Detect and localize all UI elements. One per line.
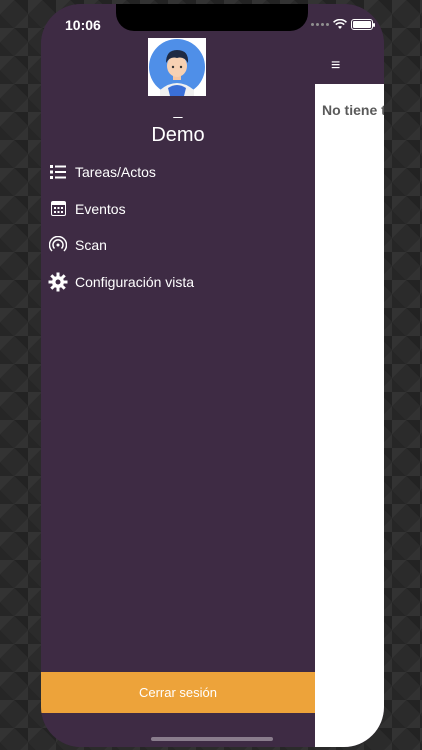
username: Demo — [151, 124, 205, 146]
menu-item-label: Configuración vista — [75, 273, 195, 290]
menu-item-tareas[interactable]: Tareas/Actos — [41, 154, 315, 191]
gear-icon — [48, 272, 68, 292]
menu-item-label: Tareas/Actos — [75, 164, 156, 181]
wifi-icon — [333, 18, 347, 29]
empty-message: No tiene t — [322, 102, 384, 118]
logout-button[interactable]: Cerrar sesión — [41, 672, 315, 713]
menu-item-scan[interactable]: Scan — [41, 227, 315, 264]
menu-item-eventos[interactable]: Eventos — [41, 191, 315, 228]
nfc-scan-icon — [48, 235, 68, 255]
battery-icon — [351, 18, 375, 30]
status-time: 10:06 — [65, 17, 101, 33]
notch — [116, 4, 308, 31]
menu-item-label: Eventos — [75, 200, 126, 217]
home-indicator — [151, 737, 273, 741]
side-drawer: _ Demo Tareas/Actos Eventos Scan Configu… — [41, 4, 315, 747]
list-icon — [48, 162, 68, 182]
avatar — [148, 38, 206, 96]
main-content: No tiene t — [315, 84, 384, 747]
signal-icon — [311, 22, 329, 26]
status-icons — [311, 18, 375, 30]
user-dash: _ — [173, 102, 183, 119]
calendar-icon — [48, 199, 68, 219]
hamburger-icon[interactable]: ≡ — [331, 57, 340, 75]
phone-screen: ≡ No tiene t _ Demo Tareas/Actos Eventos… — [41, 4, 384, 747]
menu-item-label: Scan — [75, 237, 107, 254]
user-avatar-icon — [149, 39, 205, 96]
drawer-menu: Tareas/Actos Eventos Scan Configuración … — [41, 154, 315, 300]
menu-item-configuracion[interactable]: Configuración vista — [41, 264, 315, 301]
